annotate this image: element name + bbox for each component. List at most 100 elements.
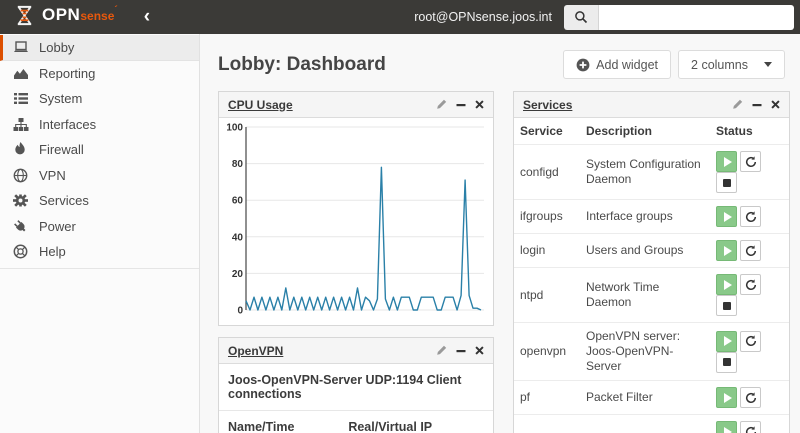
service-row-openvpn: openvpn OpenVPN server: Joos-OpenVPN-Serv… [514,322,789,381]
list-icon [12,91,29,106]
start-service-button[interactable] [716,151,737,172]
start-service-button[interactable] [716,330,737,352]
service-name: pf [514,380,580,415]
sidebar-item-label: VPN [39,167,66,183]
restart-service-button[interactable] [740,330,761,352]
services-header-description: Description [586,124,653,138]
service-description: Users and Groups [580,233,710,268]
stop-icon [722,301,731,310]
sidebar-item-label: Lobby [39,39,75,55]
service-description: System Configuration Daemon [580,144,710,200]
fire-icon [12,142,29,157]
globe-icon [12,168,29,183]
restart-service-button[interactable] [740,421,761,433]
edit-pencil-icon[interactable] [436,345,447,356]
search-box [564,4,794,30]
sidebar-item-reporting[interactable]: Reporting [0,61,199,87]
stop-service-button[interactable] [716,295,737,316]
play-icon [723,392,732,403]
sidebar-item-services[interactable]: Services [0,188,199,214]
service-description: Interface groups [580,199,710,234]
service-status-actions [710,380,789,415]
sidebar-nav: Lobby Reporting System Interfaces Firewall VP… [0,35,199,265]
chevron-down-icon [764,62,772,67]
stop-service-button[interactable] [716,351,737,373]
services-header-service: Service [520,124,563,138]
play-icon [723,279,732,290]
service-description: OpenVPN server: Joos-OpenVPN-Server [580,322,710,381]
minimize-icon[interactable] [752,100,762,110]
plug-icon [12,219,29,234]
service-name: ifgroups [514,199,580,234]
restart-service-button[interactable] [740,240,761,261]
edit-pencil-icon[interactable] [732,99,743,110]
sidebar-item-vpn[interactable]: VPN [0,163,199,189]
area-chart-icon [12,66,29,81]
plus-circle-icon [576,58,590,72]
logged-in-user: root@OPNsense.joos.int [414,10,552,24]
refresh-icon [745,335,756,347]
close-icon[interactable] [475,346,484,355]
start-service-button[interactable] [716,387,737,408]
stop-service-button[interactable] [716,172,737,193]
minimize-icon[interactable] [456,346,466,356]
add-widget-button[interactable]: Add widget [563,50,672,79]
close-icon[interactable] [771,100,780,109]
refresh-icon [745,391,756,403]
service-name: configd [514,144,580,200]
search-input[interactable] [599,4,794,30]
edit-pencil-icon[interactable] [436,99,447,110]
search-icon[interactable] [564,4,599,30]
sidebar-collapse-chevron-icon[interactable]: ‹ [144,2,150,32]
service-name: ntpd [514,267,580,323]
start-service-button[interactable] [716,206,737,227]
columns-dropdown[interactable]: 2 columns [678,50,785,79]
cpu-usage-widget-title[interactable]: CPU Usage [228,98,293,112]
restart-service-button[interactable] [740,274,761,295]
sidebar-item-system[interactable]: System [0,86,199,112]
sidebar-item-label: System [39,91,83,107]
life-ring-icon [12,244,29,259]
main-content: Lobby: Dashboard Add widget 2 columns CP… [200,34,800,433]
refresh-icon [745,244,756,256]
service-status-actions [710,233,789,268]
svg-text:20: 20 [232,269,244,280]
service-status-actions [710,322,789,381]
refresh-icon [745,278,756,290]
sidebar-item-power[interactable]: Power [0,214,199,240]
sidebar: Lobby Reporting System Interfaces Firewall VP… [0,34,200,433]
restart-service-button[interactable] [740,151,761,172]
cpu-usage-widget: CPU Usage 0 20 40 60 80 100 [218,91,494,326]
sidebar-item-label: Firewall [39,142,84,158]
service-row-pf: pf Packet Filter [514,380,789,415]
restart-service-button[interactable] [740,387,761,408]
start-service-button[interactable] [716,274,737,295]
service-name: login [514,233,580,268]
services-widget-title[interactable]: Services [523,98,572,112]
stop-icon [722,178,731,187]
sidebar-item-help[interactable]: Help [0,239,199,265]
service-status-actions [710,267,789,323]
opnsense-logo[interactable]: OPN sense ´ [13,4,118,30]
sidebar-item-firewall[interactable]: Firewall [0,137,199,163]
restart-service-button[interactable] [740,206,761,227]
services-table: Service Description Status configd System… [514,118,789,433]
stop-icon [722,358,731,366]
sidebar-item-interfaces[interactable]: Interfaces [0,112,199,138]
close-icon[interactable] [475,100,484,109]
sidebar-item-lobby[interactable]: Lobby [0,35,199,61]
sidebar-item-label: Power [39,218,76,234]
refresh-icon [745,425,756,433]
refresh-icon [745,155,756,167]
cpu-usage-chart: 0 20 40 60 80 100 [219,118,493,325]
openvpn-widget-title[interactable]: OpenVPN [228,344,283,358]
sitemap-icon [12,117,29,132]
svg-text:60: 60 [232,196,244,207]
minimize-icon[interactable] [456,100,466,110]
play-icon [723,245,732,256]
sidebar-item-label: Reporting [39,65,96,81]
start-service-button[interactable] [716,240,737,261]
sidebar-item-label: Interfaces [39,116,97,132]
gear-icon [12,193,29,209]
start-service-button[interactable] [716,421,737,433]
